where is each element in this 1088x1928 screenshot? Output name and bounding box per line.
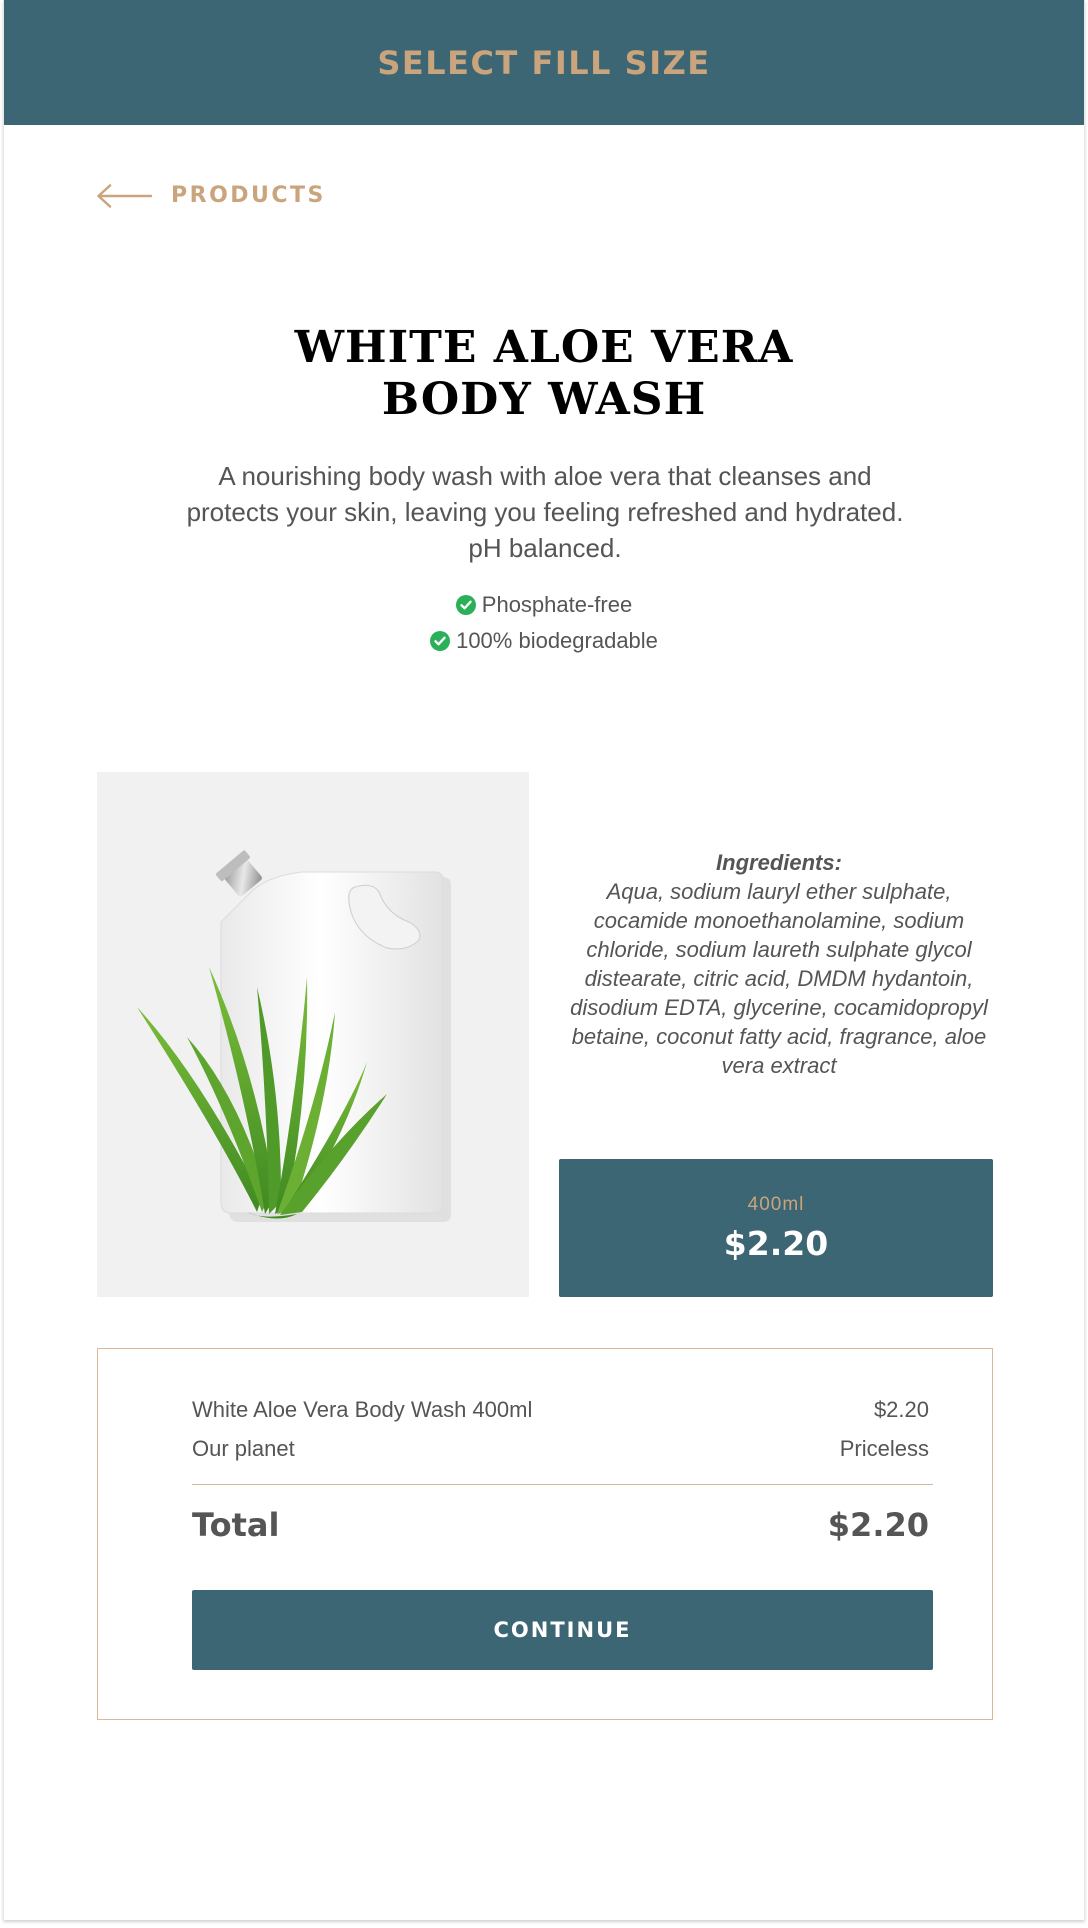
total-value: $2.20 (827, 1506, 929, 1544)
summary-line: White Aloe Vera Body Wash 400ml $2.20 (192, 1397, 929, 1423)
feature-item: 100% biodegradable (4, 623, 1084, 659)
summary-divider (192, 1484, 933, 1485)
size-price: $2.20 (723, 1223, 829, 1263)
size-label: 400ml (747, 1193, 805, 1215)
continue-button[interactable]: CONTINUE (192, 1590, 933, 1670)
product-title: WHITE ALOE VERA BODY WASH (4, 322, 1084, 426)
arrow-left-icon (96, 183, 152, 208)
product-description: A nourishing body wash with aloe vera th… (186, 461, 904, 563)
ingredients-text: Aqua, sodium lauryl ether sulphate, coca… (570, 879, 988, 1078)
summary-line-label: White Aloe Vera Body Wash 400ml (192, 1397, 533, 1422)
header-bar: SELECT FILL SIZE (4, 0, 1084, 125)
check-circle-icon (430, 631, 451, 651)
feature-label: 100% biodegradable (456, 628, 658, 653)
product-title-line2: BODY WASH (381, 374, 707, 425)
summary-line: Our planet Priceless (192, 1436, 929, 1462)
back-link-label: PRODUCTS (171, 183, 326, 208)
total-row: Total $2.20 (192, 1506, 929, 1544)
ingredients-label: Ingredients: (716, 850, 842, 875)
product-image (97, 772, 529, 1297)
order-summary: White Aloe Vera Body Wash 400ml $2.20 Ou… (97, 1348, 993, 1720)
summary-line-label: Our planet (192, 1436, 295, 1461)
ingredients-block: Ingredients: Aqua, sodium lauryl ether s… (562, 848, 996, 1080)
feature-list: Phosphate-free 100% biodegradable (4, 587, 1084, 659)
feature-item: Phosphate-free (4, 587, 1084, 623)
total-label: Total (192, 1506, 280, 1544)
product-title-line1: WHITE ALOE VERA (294, 322, 794, 373)
summary-line-value: $2.20 (873, 1397, 929, 1422)
size-option-400ml[interactable]: 400ml $2.20 (559, 1159, 993, 1297)
back-to-products-link[interactable]: PRODUCTS (96, 183, 326, 208)
page-frame: SELECT FILL SIZE PRODUCTS WHITE ALOE VER… (3, 0, 1085, 1920)
check-circle-icon (455, 595, 476, 615)
page-title: SELECT FILL SIZE (377, 43, 711, 82)
summary-line-value: Priceless (839, 1436, 929, 1461)
feature-label: Phosphate-free (481, 592, 633, 617)
